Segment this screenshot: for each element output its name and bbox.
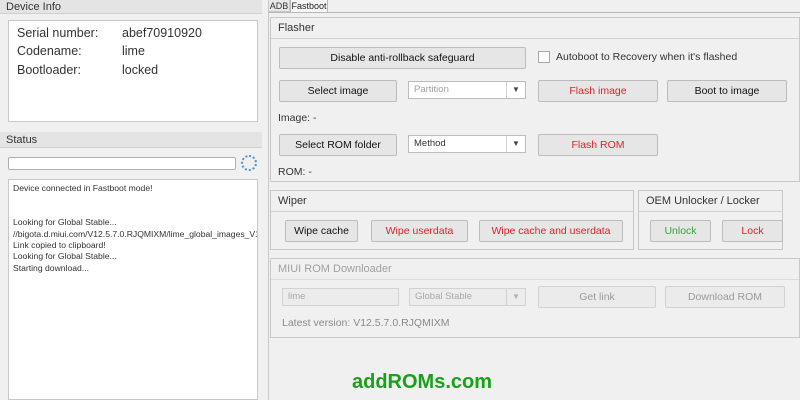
flasher-title: Flasher <box>278 22 315 34</box>
unlock-button[interactable]: Unlock <box>650 220 711 242</box>
chevron-down-icon: ▼ <box>506 136 525 152</box>
oem-group: OEM Unlocker / Locker Unlock Lock <box>638 190 783 250</box>
method-select[interactable]: Method ▼ <box>408 135 526 153</box>
partition-placeholder: Partition <box>414 84 449 95</box>
status-log[interactable]: Device connected in Fastboot mode! Looki… <box>8 179 258 400</box>
partition-select[interactable]: Partition ▼ <box>408 81 526 99</box>
watermark-text: addROMs.com <box>352 371 493 393</box>
log-line: Starting download... <box>13 262 89 273</box>
loading-spinner-icon <box>241 155 257 171</box>
oem-title-divider <box>639 211 782 212</box>
autoboot-checkbox[interactable] <box>538 51 550 63</box>
wipe-cache-button[interactable]: Wipe cache <box>285 220 358 242</box>
flash-rom-button[interactable]: Flash ROM <box>538 134 658 156</box>
downloader-group: MIUI ROM Downloader lime Global Stable ▼… <box>270 258 800 338</box>
autoboot-label: Autoboot to Recovery when it's flashed <box>556 51 738 63</box>
lock-button[interactable]: Lock <box>722 220 783 242</box>
flash-image-button[interactable]: Flash image <box>538 80 658 102</box>
log-line: Looking for Global Stable... <box>13 251 117 262</box>
select-rom-folder-button[interactable]: Select ROM folder <box>279 134 397 156</box>
oem-title: OEM Unlocker / Locker <box>646 195 760 207</box>
log-line: //bigota.d.miui.com/V12.5.7.0.RJQMIXM/li… <box>13 228 258 239</box>
chevron-down-icon: ▼ <box>506 82 525 98</box>
branch-select[interactable]: Global Stable ▼ <box>409 288 526 306</box>
wipe-cache-userdata-button[interactable]: Wipe cache and userdata <box>479 220 623 242</box>
serial-label: Serial number: <box>17 26 99 40</box>
downloader-title-divider <box>271 279 799 280</box>
codename-label: Codename: <box>17 44 82 58</box>
status-panel: Status Device connected in Fastboot mode… <box>0 132 262 400</box>
chevron-down-icon: ▼ <box>506 289 525 305</box>
image-label: Image: - <box>278 112 317 124</box>
log-line: Device connected in Fastboot mode! <box>13 183 153 193</box>
bootloader-label: Bootloader: <box>17 63 81 77</box>
device-info-title: Device Info <box>0 0 262 14</box>
branch-value: Global Stable <box>415 291 473 302</box>
codename-input-value: lime <box>288 291 306 302</box>
device-info-panel: Device Info Serial number: abef70910920 … <box>0 0 262 128</box>
wiper-group: Wiper Wipe cache Wipe userdata Wipe cach… <box>270 190 634 250</box>
flasher-group: Flasher Disable anti-rollback safeguard … <box>270 17 800 182</box>
downloader-title: MIUI ROM Downloader <box>278 263 392 275</box>
method-value: Method <box>414 138 446 149</box>
download-rom-button[interactable]: Download ROM <box>665 286 785 308</box>
serial-value: abef70910920 <box>122 26 202 40</box>
log-line: Looking for Global Stable... <box>13 217 117 228</box>
device-info-box: Serial number: abef70910920 Codename: li… <box>8 20 258 122</box>
select-image-button[interactable]: Select image <box>279 80 397 102</box>
codename-value: lime <box>122 44 145 58</box>
status-title: Status <box>0 132 262 148</box>
disable-arb-button[interactable]: Disable anti-rollback safeguard <box>279 47 526 69</box>
log-line: Link copied to clipboard! <box>13 240 106 251</box>
bootloader-value: locked <box>122 63 159 77</box>
tab-adb[interactable]: ADB <box>268 0 290 12</box>
flasher-title-divider <box>271 38 799 39</box>
wiper-title-divider <box>271 211 633 212</box>
codename-input[interactable]: lime <box>282 288 399 306</box>
wipe-userdata-button[interactable]: Wipe userdata <box>371 220 468 242</box>
progress-bar <box>8 157 236 170</box>
latest-version-label: Latest version: V12.5.7.0.RJQMIXM <box>282 317 450 329</box>
rom-label: ROM: - <box>278 166 312 178</box>
boot-to-image-button[interactable]: Boot to image <box>667 80 787 102</box>
wiper-title: Wiper <box>278 195 307 207</box>
get-link-button[interactable]: Get link <box>538 286 656 308</box>
